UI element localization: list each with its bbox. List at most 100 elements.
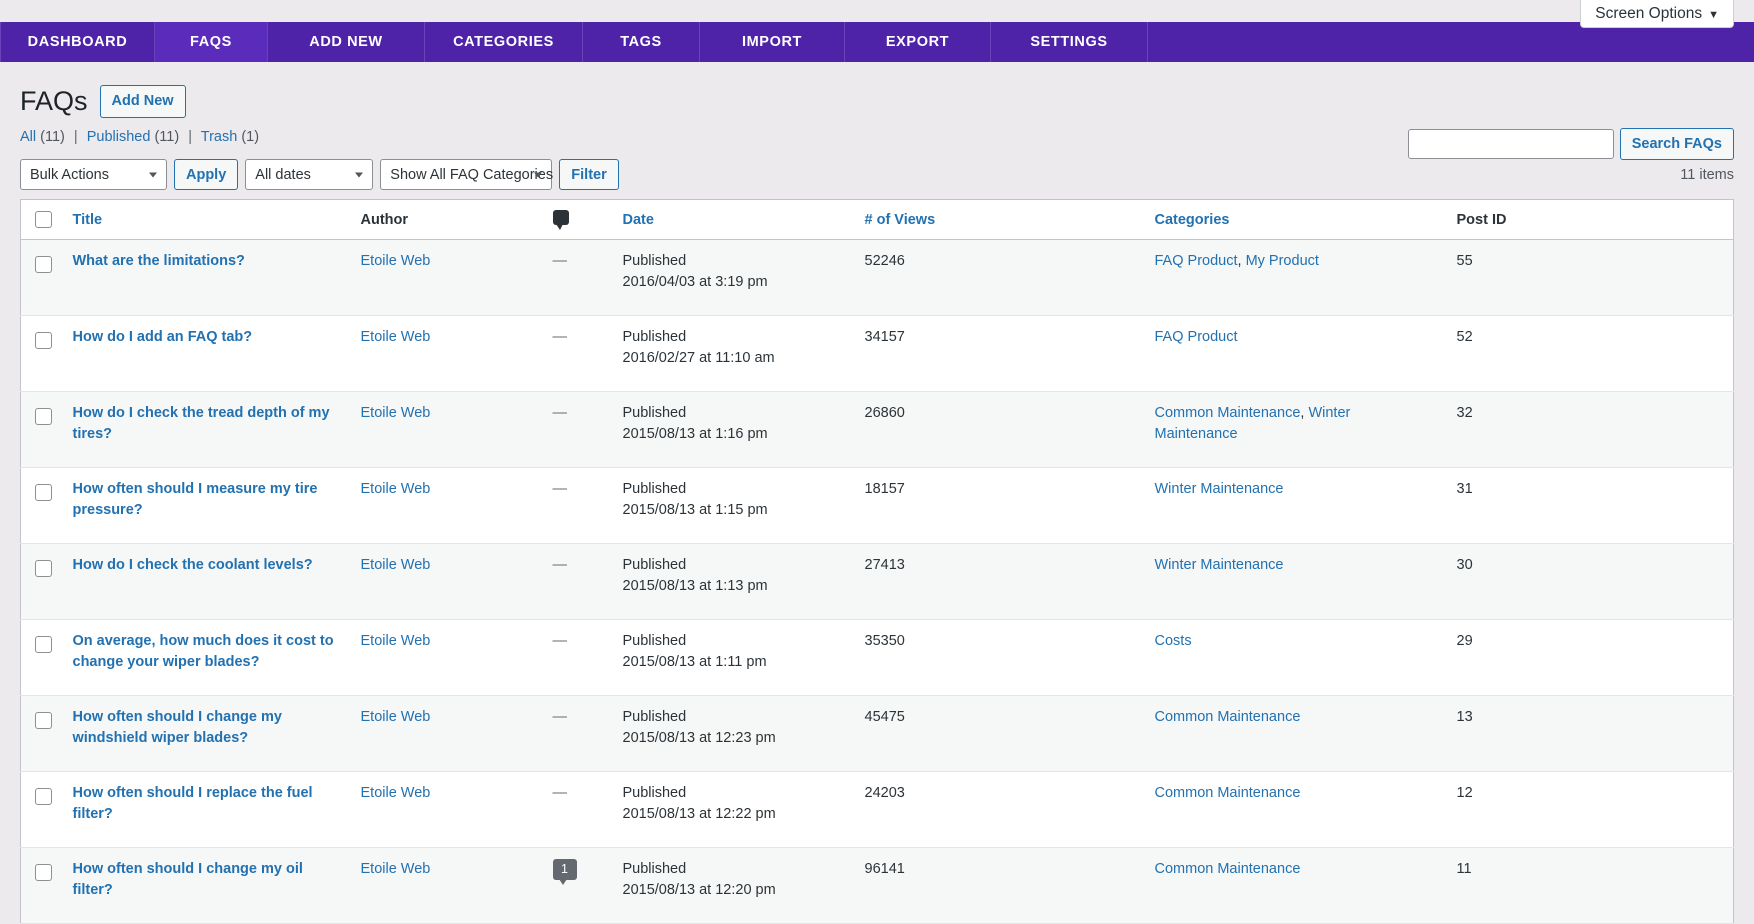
nav-item-export[interactable]: EXPORT — [845, 22, 991, 62]
date-filter-select[interactable]: All dates — [245, 159, 374, 191]
row-comments-cell: — — [543, 696, 613, 772]
row-comments-cell: — — [543, 392, 613, 468]
row-title-link[interactable]: How do I check the coolant levels? — [73, 557, 313, 573]
row-title-link[interactable]: How often should I replace the fuel filt… — [73, 785, 313, 822]
sort-title-link[interactable]: Title — [73, 212, 103, 228]
row-category-link[interactable]: Winter Maintenance — [1155, 481, 1284, 497]
nav-item-dashboard[interactable]: DASHBOARD — [0, 22, 155, 62]
apply-button[interactable]: Apply — [174, 159, 239, 191]
row-checkbox[interactable] — [35, 331, 52, 349]
category-filter-select[interactable]: Show All FAQ Categories — [380, 159, 553, 191]
row-date-cell: Published 2016/02/27 at 11:10 am — [613, 316, 855, 392]
row-author-cell: Etoile Web — [351, 468, 543, 544]
row-checkbox[interactable] — [35, 787, 52, 805]
select-all-checkbox[interactable] — [35, 211, 52, 229]
bulk-actions-select[interactable]: Bulk Actions — [20, 159, 167, 191]
row-category-link[interactable]: FAQ Product — [1155, 253, 1238, 269]
nav-item-faqs[interactable]: FAQS — [155, 22, 268, 62]
row-category-link[interactable]: Common Maintenance — [1155, 405, 1301, 421]
row-category-link[interactable]: Costs — [1155, 633, 1192, 649]
filter-button[interactable]: Filter — [559, 159, 619, 191]
row-views-cell: 24203 — [864, 785, 905, 802]
row-title-link[interactable]: How do I add an FAQ tab? — [73, 329, 253, 345]
row-author-cell: Etoile Web — [351, 316, 543, 392]
table-row: How do I check the tread depth of my tir… — [20, 391, 1734, 468]
sort-categories-link[interactable]: Categories — [1155, 212, 1230, 228]
row-date-value: 2015/08/13 at 12:20 pm — [622, 882, 776, 899]
row-author-link[interactable]: Etoile Web — [361, 709, 431, 725]
no-comments-dash: — — [552, 709, 568, 726]
row-title-link[interactable]: What are the limitations? — [73, 253, 245, 269]
row-categories-cell: Common Maintenance — [1145, 772, 1447, 848]
row-date-status: Published — [622, 481, 687, 498]
row-title-cell: How do I add an FAQ tab? — [63, 316, 351, 392]
row-author-link[interactable]: Etoile Web — [361, 329, 431, 345]
row-category-link[interactable]: Common Maintenance — [1155, 785, 1301, 801]
screen-options-label: Screen Options — [1595, 5, 1703, 22]
status-link-all[interactable]: All — [20, 129, 36, 145]
row-author-link[interactable]: Etoile Web — [361, 785, 431, 801]
row-checkbox-cell — [21, 848, 63, 924]
table-row: How often should I replace the fuel filt… — [20, 772, 1734, 848]
table-head: Title Author Date # of Views Categories — [20, 199, 1734, 241]
nav-item-add-new[interactable]: ADD NEW — [268, 22, 425, 62]
row-author-cell: Etoile Web — [351, 848, 543, 924]
row-checkbox[interactable] — [35, 559, 52, 577]
row-title-link[interactable]: How often should I change my windshield … — [73, 709, 282, 746]
row-checkbox[interactable] — [35, 407, 52, 425]
table-row: How do I add an FAQ tab? Etoile Web — Publi… — [20, 316, 1734, 392]
row-author-link[interactable]: Etoile Web — [361, 405, 431, 421]
row-title-cell: How do I check the tread depth of my tir… — [63, 392, 351, 468]
row-checkbox-cell — [21, 468, 63, 544]
search-input[interactable] — [1407, 129, 1614, 159]
sort-views-link[interactable]: # of Views — [865, 212, 936, 228]
nav-item-settings[interactable]: SETTINGS — [991, 22, 1148, 62]
row-category-link[interactable]: FAQ Product — [1155, 329, 1238, 345]
screen-options-button[interactable]: Screen Options ▼ — [1580, 0, 1734, 28]
row-title-cell: How often should I change my oil filter? — [63, 848, 351, 924]
add-new-button[interactable]: Add New — [99, 84, 186, 119]
row-author-link[interactable]: Etoile Web — [361, 481, 431, 497]
status-link-published[interactable]: Published — [87, 129, 151, 145]
row-category-link[interactable]: Winter Maintenance — [1155, 557, 1284, 573]
row-checkbox[interactable] — [35, 711, 52, 729]
row-checkbox[interactable] — [35, 255, 52, 273]
row-post-id-cell: 11 — [1456, 861, 1472, 878]
table-row: How often should I change my windshield … — [20, 695, 1734, 772]
row-date-value: 2015/08/13 at 1:16 pm — [622, 426, 768, 443]
comment-bubble-icon[interactable] — [552, 210, 569, 231]
status-link-trash[interactable]: Trash — [201, 129, 238, 145]
search-submit-button[interactable]: Search FAQs — [1619, 128, 1734, 160]
row-title-link[interactable]: How often should I measure my tire press… — [73, 481, 318, 518]
row-checkbox[interactable] — [35, 635, 52, 653]
row-date-value: 2015/08/13 at 12:23 pm — [622, 730, 776, 747]
comment-count-badge[interactable]: 1 — [552, 859, 577, 886]
nav-item-categories[interactable]: CATEGORIES — [425, 22, 583, 62]
row-author-cell: Etoile Web — [351, 544, 543, 620]
row-checkbox-cell — [21, 316, 63, 392]
row-author-link[interactable]: Etoile Web — [361, 557, 431, 573]
row-date-status: Published — [622, 557, 687, 574]
row-comments-cell: — — [543, 468, 613, 544]
row-title-link[interactable]: How do I check the tread depth of my tir… — [73, 405, 330, 442]
row-author-link[interactable]: Etoile Web — [361, 253, 431, 269]
row-author-link[interactable]: Etoile Web — [361, 861, 431, 877]
table-row: How do I check the coolant levels? Etoile… — [20, 543, 1734, 620]
row-views-cell: 18157 — [864, 481, 905, 498]
row-author-link[interactable]: Etoile Web — [361, 633, 431, 649]
row-title-link[interactable]: On average, how much does it cost to cha… — [73, 633, 334, 670]
nav-item-tags[interactable]: TAGS — [583, 22, 700, 62]
row-checkbox[interactable] — [35, 483, 52, 501]
row-views-cell: 45475 — [864, 709, 905, 726]
row-categories-cell: Winter Maintenance — [1145, 468, 1447, 544]
row-category-link[interactable]: Common Maintenance — [1155, 861, 1301, 877]
faq-list-table: Title Author Date # of Views Categories — [20, 199, 1734, 924]
nav-item-import[interactable]: IMPORT — [700, 22, 845, 62]
table-row: On average, how much does it cost to cha… — [20, 620, 1734, 696]
row-category-link[interactable]: My Product — [1246, 253, 1319, 269]
nav-label: ADD NEW — [309, 34, 383, 50]
sort-date-link[interactable]: Date — [623, 212, 654, 228]
row-date-cell: Published 2015/08/13 at 12:20 pm — [613, 848, 855, 924]
row-category-link[interactable]: Common Maintenance — [1155, 709, 1301, 725]
row-checkbox[interactable] — [35, 864, 52, 882]
